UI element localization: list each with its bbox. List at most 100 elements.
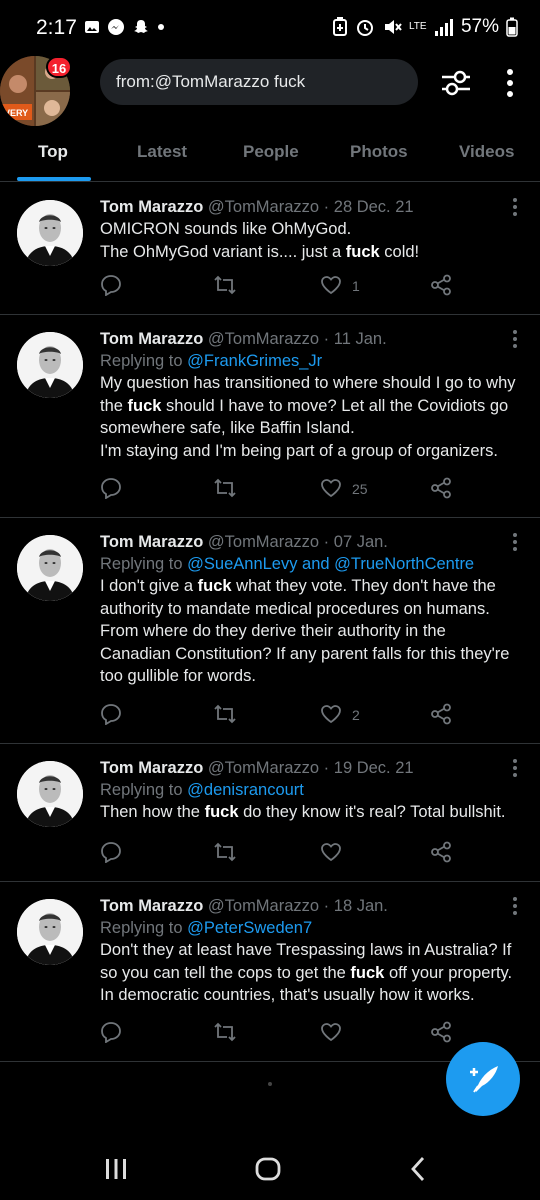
tweet-text: Then how the fuck do they know it's real… — [100, 801, 530, 824]
tweet-avatar[interactable] — [17, 200, 83, 266]
separator-dot: · — [319, 759, 334, 777]
reply-button[interactable] — [100, 840, 122, 866]
text-segment: My question has transitioned to where sh… — [100, 374, 516, 392]
reply-button[interactable] — [100, 273, 122, 299]
text-segment: so you can tell the cops to get the — [100, 963, 351, 982]
tweet-text-line: From where do they derive their authorit… — [100, 620, 530, 643]
text-segment: authority to mandate medical procedures … — [100, 599, 490, 618]
tweet-author-name[interactable]: Tom Marazzo — [100, 897, 203, 915]
battery-saver-icon — [332, 17, 347, 36]
like-count: 2 — [352, 707, 360, 723]
replying-to-link[interactable]: @FrankGrimes_Jr — [187, 352, 322, 370]
tab-top[interactable]: Top — [38, 142, 68, 162]
tweet-author-handle[interactable]: @TomMarazzo — [208, 533, 319, 551]
tweet-text-line: so you can tell the cops to get the fuck… — [100, 962, 530, 985]
tweet-header: Tom Marazzo @TomMarazzo · 07 Jan. — [100, 531, 530, 553]
text-segment: OMICRON sounds like OhMyGod. — [100, 220, 352, 238]
retweet-button[interactable] — [213, 840, 237, 866]
tweet-avatar[interactable] — [17, 332, 83, 398]
tweet[interactable]: Tom Marazzo @TomMarazzo · 28 Dec. 21 OMIC… — [0, 183, 540, 315]
back-icon[interactable] — [410, 1156, 426, 1182]
retweet-icon — [213, 1021, 237, 1046]
retweet-button[interactable] — [213, 476, 237, 502]
tweet-author-handle[interactable]: @TomMarazzo — [208, 897, 319, 915]
tab-people[interactable]: People — [243, 142, 299, 162]
separator-dot: · — [319, 897, 334, 915]
reply-button[interactable] — [100, 476, 122, 502]
tweet-date[interactable]: 18 Jan. — [334, 897, 388, 915]
reply-icon — [100, 1021, 122, 1046]
retweet-button[interactable] — [213, 273, 237, 299]
tweet-body: Tom Marazzo @TomMarazzo · 07 Jan. Replyin… — [100, 531, 530, 688]
search-input[interactable]: from:@TomMarazzo fuck — [100, 59, 418, 105]
like-button[interactable] — [320, 840, 342, 866]
tweet[interactable]: Tom Marazzo @TomMarazzo · 07 Jan. Replyin… — [0, 518, 540, 744]
share-button[interactable] — [430, 702, 452, 728]
tweet[interactable]: Tom Marazzo @TomMarazzo · 11 Jan. Replyin… — [0, 315, 540, 518]
home-icon[interactable] — [255, 1157, 281, 1181]
like-button[interactable]: 1 — [320, 273, 360, 299]
filter-icon[interactable] — [440, 68, 472, 98]
tweet-author-name[interactable]: Tom Marazzo — [100, 533, 203, 551]
tweet-date[interactable]: 11 Jan. — [334, 330, 387, 348]
tab-latest[interactable]: Latest — [137, 142, 187, 162]
retweet-button[interactable] — [213, 702, 237, 728]
tweet-avatar[interactable] — [17, 899, 83, 965]
tweet-actions: 25 — [100, 476, 460, 502]
reply-button[interactable] — [100, 1020, 122, 1046]
replying-to-link[interactable]: @denisrancourt — [187, 781, 304, 799]
reply-icon — [100, 841, 122, 866]
tweet-date[interactable]: 07 Jan. — [334, 533, 388, 551]
tweet-author-handle[interactable]: @TomMarazzo — [208, 759, 319, 777]
replying-to-link[interactable]: @PeterSweden7 — [187, 919, 312, 937]
replying-to-label: Replying to — [100, 781, 183, 799]
retweet-button[interactable] — [213, 1020, 237, 1046]
share-icon — [430, 841, 452, 866]
tweet-author-handle[interactable]: @TomMarazzo — [208, 330, 319, 348]
separator-dot: · — [319, 533, 334, 551]
replying-to-link[interactable]: @SueAnnLevy and @TrueNorthCentre — [187, 555, 474, 573]
tab-videos[interactable]: Videos — [459, 142, 514, 162]
reply-icon — [100, 274, 122, 299]
tweet-author-name[interactable]: Tom Marazzo — [100, 759, 203, 777]
tweet-text: Don't they at least have Trespassing law… — [100, 939, 530, 1007]
alarm-icon — [356, 20, 373, 36]
status-notification-icons — [84, 18, 165, 36]
replying-to: Replying to @denisrancourt — [100, 779, 530, 801]
share-button[interactable] — [430, 476, 452, 502]
tweet-text-line: The OhMyGod variant is.... just a fuck c… — [100, 241, 530, 264]
tweet-avatar[interactable] — [17, 535, 83, 601]
tweet-avatar[interactable] — [17, 761, 83, 827]
retweet-icon — [213, 841, 237, 866]
like-button[interactable] — [320, 1020, 342, 1046]
avatar-caption: VERY — [4, 108, 28, 118]
tweet-author-name[interactable]: Tom Marazzo — [100, 198, 203, 216]
compose-button[interactable] — [446, 1042, 520, 1116]
more-icon[interactable] — [502, 66, 518, 100]
tweet-text-line: In democratic countries, that's usually … — [100, 984, 530, 1007]
tweet-text-line: Then how the fuck do they know it's real… — [100, 801, 530, 824]
tweet-text-line: I'm staying and I'm being part of a grou… — [100, 440, 530, 463]
tweet-body: Tom Marazzo @TomMarazzo · 18 Jan. Replyin… — [100, 895, 530, 1007]
recent-apps-icon[interactable] — [104, 1158, 128, 1180]
like-button[interactable]: 25 — [320, 476, 368, 502]
reply-button[interactable] — [100, 702, 122, 728]
text-segment: do they know it's real? Total bullshit. — [238, 803, 506, 821]
tweet-text-line: somewhere safe, like Baffin Island. — [100, 417, 530, 440]
tweet-text-line: I don't give a fuck what they vote. They… — [100, 575, 530, 598]
tweet-author-name[interactable]: Tom Marazzo — [100, 330, 203, 348]
share-icon — [430, 703, 452, 728]
tweet-actions — [100, 1020, 460, 1046]
like-count: 1 — [352, 278, 360, 294]
share-button[interactable] — [430, 273, 452, 299]
tweet-actions: 2 — [100, 702, 460, 728]
network-type: LTE — [408, 21, 427, 32]
share-button[interactable] — [430, 840, 452, 866]
like-button[interactable]: 2 — [320, 702, 360, 728]
tweet[interactable]: Tom Marazzo @TomMarazzo · 19 Dec. 21 Repl… — [0, 744, 540, 882]
tweet-date[interactable]: 19 Dec. 21 — [334, 759, 414, 777]
tweet-date[interactable]: 28 Dec. 21 — [334, 198, 414, 216]
tweet[interactable]: Tom Marazzo @TomMarazzo · 18 Jan. Replyin… — [0, 882, 540, 1062]
tab-photos[interactable]: Photos — [350, 142, 408, 162]
tweet-author-handle[interactable]: @TomMarazzo — [208, 198, 319, 216]
